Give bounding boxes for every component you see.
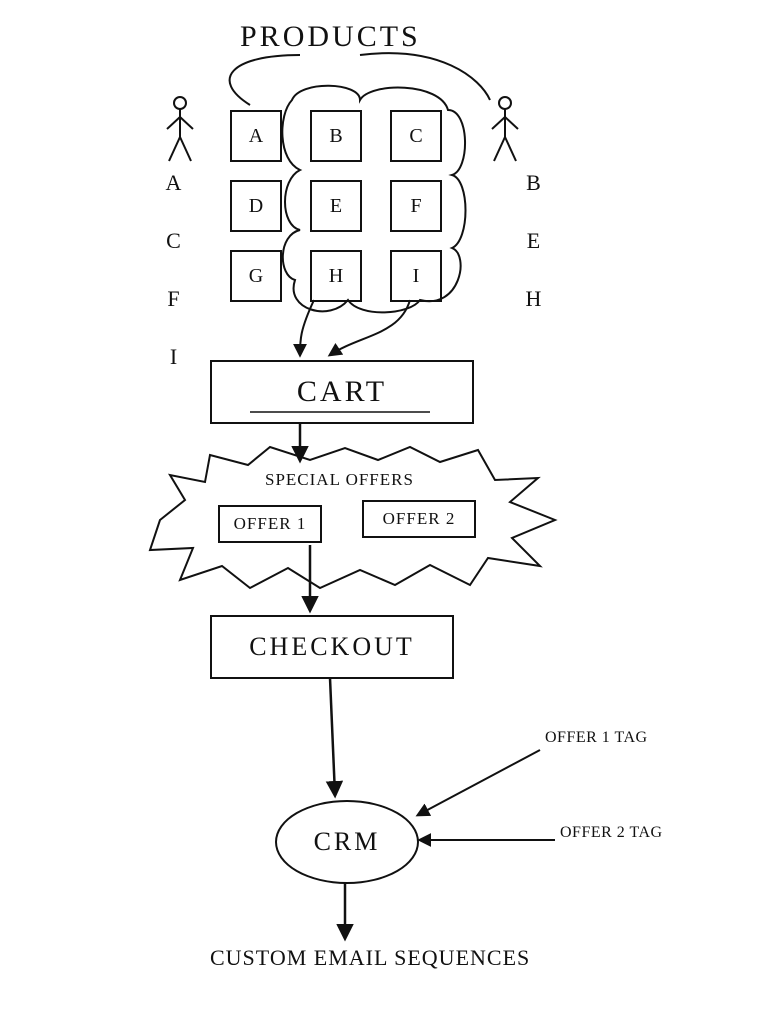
user-a-picks: A C F I xyxy=(160,170,186,373)
offer1-tag-label: OFFER 1 TAG xyxy=(545,730,648,747)
output-label: CUSTOM EMAIL SEQUENCES xyxy=(210,945,510,971)
product-i: I xyxy=(390,250,442,302)
crm-label: CRM xyxy=(314,827,381,857)
product-e: E xyxy=(310,180,362,232)
offer-1-box: OFFER 1 xyxy=(218,505,322,543)
checkout-label: CHECKOUT xyxy=(249,632,415,662)
user-b-icon xyxy=(490,95,520,165)
cart-label: CART xyxy=(297,375,387,409)
product-h: H xyxy=(310,250,362,302)
offer2-tag-label: OFFER 2 TAG xyxy=(560,825,663,842)
product-b: B xyxy=(310,110,362,162)
offer-2-label: OFFER 2 xyxy=(383,509,456,529)
offer-1-label: OFFER 1 xyxy=(234,514,307,534)
user-a-icon xyxy=(165,95,195,165)
checkout-box: CHECKOUT xyxy=(210,615,454,679)
title-label: PRODUCTS xyxy=(240,20,421,54)
diagram-canvas: PRODUCTS A C F I B E H A B C D E F G H I… xyxy=(0,0,768,1024)
product-g: G xyxy=(230,250,282,302)
product-c: C xyxy=(390,110,442,162)
special-offers-label: SPECIAL OFFERS xyxy=(265,470,414,490)
crm-node: CRM xyxy=(275,800,419,884)
cart-box: CART xyxy=(210,360,474,424)
user-b-picks: B E H xyxy=(520,170,546,315)
product-a: A xyxy=(230,110,282,162)
product-d: D xyxy=(230,180,282,232)
product-f: F xyxy=(390,180,442,232)
offer-2-box: OFFER 2 xyxy=(362,500,476,538)
